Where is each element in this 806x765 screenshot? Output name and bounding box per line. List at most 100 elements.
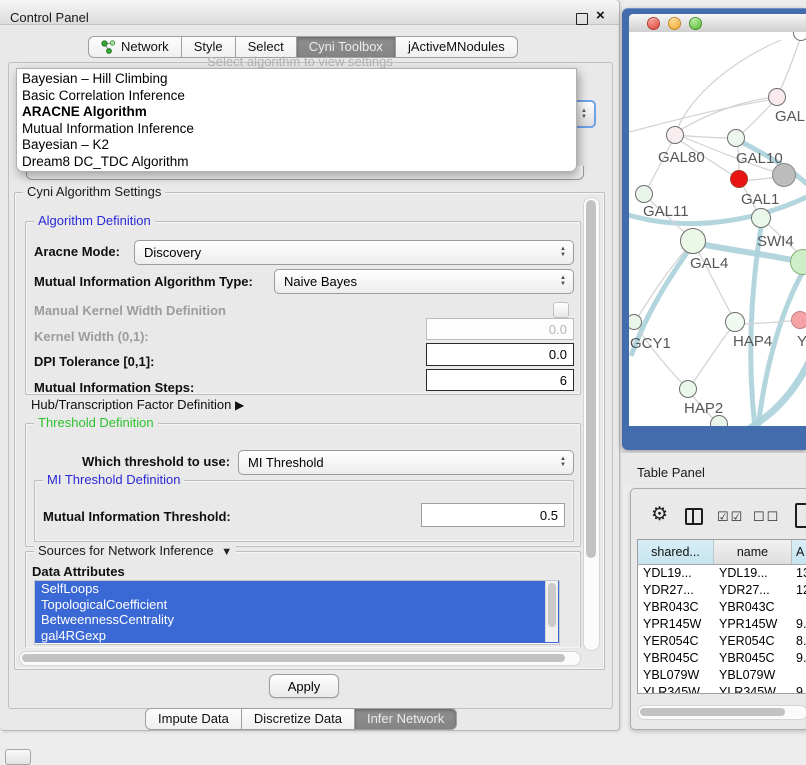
combo-stepper-icon: ▲▼ bbox=[560, 457, 573, 468]
document-icon[interactable] bbox=[795, 503, 806, 528]
tab-discretize-data[interactable]: Discretize Data bbox=[242, 708, 355, 730]
table-row[interactable]: YPR145WYPR145W9. bbox=[638, 616, 806, 633]
dpi-tolerance-field[interactable]: 0.0 bbox=[426, 343, 574, 366]
table-cell: YDR27... bbox=[714, 582, 792, 599]
table-row[interactable]: YBR043CYBR043C bbox=[638, 599, 806, 616]
zoom-traffic-light-icon[interactable] bbox=[689, 17, 702, 30]
network-node[interactable] bbox=[727, 129, 745, 147]
mi-threshold-field[interactable]: 0.5 bbox=[421, 503, 565, 527]
tab-label: Discretize Data bbox=[254, 708, 342, 730]
table-cell: YPR145W bbox=[714, 616, 792, 633]
sources-title: Sources for Network Inference bbox=[38, 543, 214, 558]
group-title: Cyni Algorithm Settings bbox=[23, 184, 165, 199]
field-value: 0.0 bbox=[549, 347, 573, 362]
column-header[interactable]: shared... bbox=[638, 540, 714, 564]
select-all-checkboxes-icon[interactable]: ☑☑ bbox=[717, 509, 744, 525]
float-window-icon[interactable] bbox=[576, 13, 588, 25]
algorithm-definition-group: Algorithm Definition Aracne Mode: Discov… bbox=[25, 221, 581, 395]
network-node[interactable] bbox=[710, 415, 728, 426]
scrollbar-thumb[interactable] bbox=[22, 654, 565, 662]
close-icon[interactable]: × bbox=[596, 8, 605, 24]
table-row[interactable]: YER054CYER054C8. bbox=[638, 633, 806, 650]
table-row[interactable]: YLR345WYLR345W9. bbox=[638, 684, 806, 694]
aracne-mode-combo[interactable]: Discovery ▲▼ bbox=[134, 240, 574, 265]
close-traffic-light-icon[interactable] bbox=[647, 17, 660, 30]
network-node-label: GCY1 bbox=[630, 335, 671, 352]
kernel-width-field[interactable]: 0.0 bbox=[426, 318, 574, 340]
list-scrollbar[interactable] bbox=[545, 581, 558, 642]
network-window-titlebar[interactable] bbox=[629, 14, 806, 32]
manual-kernel-label: Manual Kernel Width Definition bbox=[34, 303, 226, 318]
table-cell: 9. bbox=[792, 650, 806, 667]
data-attribute-item[interactable]: TopologicalCoefficient bbox=[35, 597, 559, 613]
apply-button[interactable]: Apply bbox=[269, 674, 339, 698]
network-node[interactable] bbox=[680, 228, 706, 254]
column-header[interactable]: name bbox=[714, 540, 792, 564]
table-cell: 8. bbox=[792, 633, 806, 650]
table-row[interactable]: YBL079WYBL079W bbox=[638, 667, 806, 684]
table-panel-title: Table Panel bbox=[637, 465, 705, 480]
data-attributes-list[interactable]: SelfLoopsTopologicalCoefficientBetweenne… bbox=[34, 580, 560, 645]
data-attribute-item[interactable]: SelfLoops bbox=[35, 581, 559, 597]
table-panel-window: ⚙ ☑☑ ☐☐ shared...nameA YDL19...YDL19...1… bbox=[630, 488, 806, 730]
field-value: 0.5 bbox=[540, 508, 564, 523]
network-node[interactable] bbox=[635, 185, 653, 203]
table-horizontal-scrollbar[interactable] bbox=[637, 705, 806, 720]
data-attribute-item[interactable]: gal4RGexp bbox=[35, 628, 559, 644]
table-cell: 9. bbox=[792, 616, 806, 633]
table-cell: YBL079W bbox=[638, 667, 714, 684]
network-node[interactable] bbox=[725, 312, 745, 332]
mi-threshold-label: Mutual Information Threshold: bbox=[43, 509, 231, 524]
network-node[interactable] bbox=[679, 380, 697, 398]
table-header-row: shared...nameA bbox=[638, 540, 806, 565]
algorithm-popup-item[interactable]: Basic Correlation Inference bbox=[17, 88, 576, 105]
which-threshold-combo[interactable]: MI Threshold ▲▼ bbox=[238, 450, 574, 475]
network-node[interactable] bbox=[666, 126, 684, 144]
columns-icon[interactable] bbox=[685, 508, 703, 525]
algorithm-popup-item[interactable]: Dream8 DC_TDC Algorithm bbox=[17, 154, 576, 171]
network-node[interactable] bbox=[730, 170, 748, 188]
column-header[interactable]: A bbox=[792, 540, 806, 564]
mi-type-combo[interactable]: Naive Bayes ▲▼ bbox=[274, 269, 574, 294]
apply-label: Apply bbox=[288, 679, 321, 694]
table-cell: YLR345W bbox=[714, 684, 792, 694]
algorithm-combo[interactable]: Select algorithm to view settings bbox=[20, 54, 580, 69]
network-node[interactable] bbox=[791, 311, 806, 329]
deselect-all-checkboxes-icon[interactable]: ☐☐ bbox=[753, 509, 780, 525]
tab-impute-data[interactable]: Impute Data bbox=[145, 708, 242, 730]
algorithm-popup-item[interactable]: ARACNE Algorithm bbox=[17, 104, 576, 121]
algorithm-popup-item[interactable]: Bayesian – Hill Climbing bbox=[17, 71, 576, 88]
table-row[interactable]: YDR27...YDR27...12 bbox=[638, 582, 806, 599]
table-row[interactable]: YBR045CYBR045C9. bbox=[638, 650, 806, 667]
sources-toggle[interactable]: Sources for Network Inference ▼ bbox=[34, 543, 236, 558]
manual-kernel-checkbox[interactable] bbox=[553, 302, 569, 318]
combo-value: Discovery bbox=[135, 245, 560, 260]
gear-icon[interactable]: ⚙ bbox=[651, 505, 668, 524]
network-node[interactable] bbox=[772, 163, 796, 187]
algorithm-popup-item[interactable]: Mutual Information Inference bbox=[17, 121, 576, 138]
dpi-tolerance-label: DPI Tolerance [0,1]: bbox=[34, 354, 154, 369]
sources-group: Sources for Network Inference ▼ Data Att… bbox=[25, 551, 581, 648]
data-attribute-item[interactable]: BetweennessCentrality bbox=[35, 612, 559, 628]
hub-definition-toggle[interactable]: Hub/Transcription Factor Definition ▶ bbox=[31, 397, 244, 412]
scrollbar-thumb[interactable] bbox=[640, 708, 785, 716]
table-row[interactable]: YDL19...YDL19...13 bbox=[638, 565, 806, 582]
minimized-panel-button[interactable] bbox=[5, 749, 31, 765]
mi-steps-field[interactable]: 6 bbox=[426, 369, 574, 391]
algorithm-popup-item[interactable]: Bayesian – K2 bbox=[17, 137, 576, 154]
kernel-width-label: Kernel Width (0,1): bbox=[34, 329, 149, 344]
horizontal-scrollbar[interactable] bbox=[19, 651, 581, 666]
minimize-traffic-light-icon[interactable] bbox=[668, 17, 681, 30]
tab-infer-network[interactable]: Infer Network bbox=[355, 708, 457, 730]
table-cell: YER054C bbox=[714, 633, 792, 650]
scrollbar-thumb[interactable] bbox=[586, 200, 596, 558]
network-node[interactable] bbox=[768, 88, 786, 106]
table-cell: YDL19... bbox=[638, 565, 714, 582]
network-node-label: HAP4 bbox=[733, 333, 772, 350]
network-node-label: SWI4 bbox=[757, 233, 794, 250]
combo-stepper-icon: ▲▼ bbox=[560, 276, 573, 287]
network-canvas[interactable]: GALGAL80GAL10GAL1GAL11SWI4GAL4GCY1HAP4YH… bbox=[629, 32, 806, 426]
network-node[interactable] bbox=[751, 208, 771, 228]
vertical-scrollbar[interactable] bbox=[583, 197, 600, 651]
combo-value: MI Threshold bbox=[239, 455, 560, 470]
